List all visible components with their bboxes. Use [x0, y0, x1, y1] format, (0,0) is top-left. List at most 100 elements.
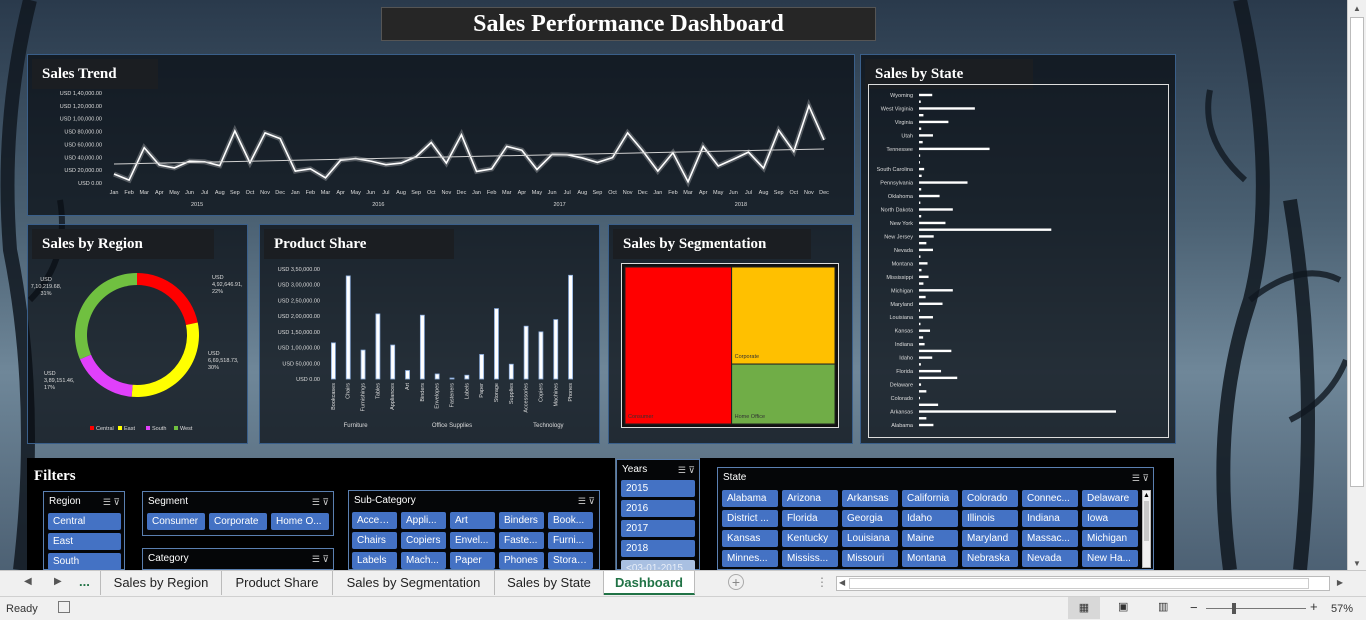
add-sheet-icon[interactable]: + [728, 574, 744, 590]
scroll-right-icon[interactable]: ▶ [1337, 578, 1343, 587]
product-share-panel[interactable]: Product Share USD 3,50,000.00 USD 3,00,00… [259, 224, 600, 444]
slicer-clear-icon[interactable]: ☰ ⊽ [1132, 468, 1149, 488]
tab-next-icon[interactable]: ▶ [54, 576, 62, 587]
horizontal-scrollbar[interactable]: ◀ ▶ [836, 576, 1343, 591]
sheet-vertical-scrollbar[interactable]: ▲ ▼ [1347, 0, 1366, 570]
subcategory-option[interactable]: Art [450, 512, 495, 529]
segment-slicer[interactable]: Segment ☰ ⊽ Consumer Corporate Home O... [142, 491, 334, 536]
segment-option-consumer[interactable]: Consumer [147, 513, 205, 530]
state-option[interactable]: Massac... [1022, 530, 1078, 547]
page-layout-icon[interactable]: ▣ [1118, 600, 1128, 613]
state-option[interactable]: Nebraska [962, 550, 1018, 567]
state-option[interactable]: Connec... [1022, 490, 1078, 507]
state-option[interactable]: Colorado [962, 490, 1018, 507]
state-option[interactable]: Nevada [1022, 550, 1078, 567]
state-option[interactable]: Delaware [1082, 490, 1138, 507]
subcategory-option[interactable]: Furni... [548, 532, 593, 549]
subcategory-option[interactable]: Envel... [450, 532, 495, 549]
normal-view-icon[interactable]: ▦ [1068, 597, 1100, 619]
subcategory-option[interactable]: Acces... [352, 512, 397, 529]
tab-prev-icon[interactable]: ◀ [24, 576, 32, 587]
state-option[interactable]: Florida [782, 510, 838, 527]
subcategory-option[interactable]: Copiers [401, 532, 446, 549]
region-option-south[interactable]: South [48, 553, 121, 570]
state-option[interactable]: Arizona [782, 490, 838, 507]
year-option[interactable]: 2016 [621, 500, 695, 517]
subcategory-option[interactable]: Phones [499, 552, 544, 569]
state-option[interactable]: Maryland [962, 530, 1018, 547]
state-option[interactable]: District ... [722, 510, 778, 527]
page-break-icon[interactable]: ▥ [1158, 600, 1168, 613]
zoom-out-icon[interactable]: − [1190, 600, 1198, 615]
tab-sales-by-state[interactable]: Sales by State [495, 571, 604, 595]
years-slicer[interactable]: Years ☰ ⊽ 2015 2016 2017 2018 <03-01-2015 [616, 459, 700, 577]
scroll-up-icon[interactable]: ▲ [1143, 491, 1150, 500]
state-option[interactable]: Kansas [722, 530, 778, 547]
category-slicer[interactable]: Category ☰ ⊽ [142, 548, 334, 570]
scroll-left-icon[interactable]: ◀ [839, 578, 845, 587]
segment-option-corporate[interactable]: Corporate [209, 513, 267, 530]
segment-option-home-office[interactable]: Home O... [271, 513, 329, 530]
state-option[interactable]: Alabama [722, 490, 778, 507]
state-slicer-scrollbar[interactable]: ▲ [1142, 490, 1151, 568]
sales-by-state-panel[interactable]: Sales by State Wyoming West Virginia Virgi… [860, 54, 1176, 444]
state-option[interactable]: Georgia [842, 510, 898, 527]
subcategory-option[interactable]: Binders [499, 512, 544, 529]
slicer-clear-icon[interactable]: ☰ ⊽ [312, 492, 329, 512]
sales-trend-panel[interactable]: Sales Trend USD 1,40,000.00 USD 1,20,000.… [27, 54, 855, 216]
zoom-level[interactable]: 57% [1331, 603, 1353, 615]
state-slicer[interactable]: State ☰ ⊽ ▲ Alabama Arizona Arkansas Califor… [717, 467, 1154, 570]
scroll-down-icon[interactable]: ▼ [1348, 559, 1366, 568]
subcategory-slicer[interactable]: Sub-Category ☰ ⊽ Acces... Appli... Art Binde… [348, 490, 600, 570]
sales-by-segmentation-panel[interactable]: Sales by Segmentation Consumer Corporate H… [608, 224, 853, 444]
state-option[interactable]: New Ha... [1082, 550, 1138, 567]
year-option[interactable]: 2015 [621, 480, 695, 497]
state-option[interactable]: Montana [902, 550, 958, 567]
state-option[interactable]: Louisiana [842, 530, 898, 547]
subcategory-option[interactable]: Labels [352, 552, 397, 569]
year-option[interactable]: 2018 [621, 540, 695, 557]
state-option[interactable]: Idaho [902, 510, 958, 527]
scroll-up-icon[interactable]: ▲ [1348, 0, 1366, 17]
subcategory-option[interactable]: Paper [450, 552, 495, 569]
scroll-thumb[interactable] [849, 578, 1309, 589]
subcategory-option[interactable]: Book... [548, 512, 593, 529]
state-option[interactable]: Mississ... [782, 550, 838, 567]
zoom-in-icon[interactable]: + [1310, 599, 1318, 614]
slicer-clear-icon[interactable]: ☰ ⊽ [103, 492, 120, 512]
accessibility-icon[interactable] [58, 601, 70, 613]
state-option[interactable]: Missouri [842, 550, 898, 567]
state-option[interactable]: Michigan [1082, 530, 1138, 547]
tab-sales-by-segmentation[interactable]: Sales by Segmentation [333, 571, 495, 595]
state-option[interactable]: Illinois [962, 510, 1018, 527]
subcategory-option[interactable]: Faste... [499, 532, 544, 549]
tab-dashboard[interactable]: Dashboard [604, 571, 695, 595]
year-option[interactable]: 2017 [621, 520, 695, 537]
state-option[interactable]: Arkansas [842, 490, 898, 507]
scroll-thumb[interactable] [1144, 501, 1149, 541]
state-option[interactable]: Iowa [1082, 510, 1138, 527]
region-option-east[interactable]: East [48, 533, 121, 550]
subcategory-option[interactable]: Chairs [352, 532, 397, 549]
sales-by-region-panel[interactable]: Sales by Region USD 4,92,646.91, 22% USD 6,6… [27, 224, 248, 444]
slicer-clear-icon[interactable]: ☰ ⊽ [578, 491, 595, 511]
tab-ellipsis[interactable]: ... [79, 574, 90, 589]
region-slicer[interactable]: Region ☰ ⊽ Central East South [43, 491, 125, 570]
state-option[interactable]: California [902, 490, 958, 507]
slicer-clear-icon[interactable]: ☰ ⊽ [312, 549, 329, 569]
state-option[interactable]: Maine [902, 530, 958, 547]
state-option[interactable]: Minnes... [722, 550, 778, 567]
subcategory-option[interactable]: Appli... [401, 512, 446, 529]
subcategory-option[interactable]: Mach... [401, 552, 446, 569]
subcategory-option[interactable]: Storage [548, 552, 593, 569]
slicer-clear-icon[interactable]: ☰ ⊽ [678, 460, 695, 480]
region-option-central[interactable]: Central [48, 513, 121, 530]
scroll-thumb[interactable] [1350, 17, 1364, 487]
zoom-slider[interactable] [1206, 603, 1306, 614]
tab-product-share[interactable]: Product Share [222, 571, 333, 595]
state-option[interactable]: Indiana [1022, 510, 1078, 527]
state-option[interactable]: Kentucky [782, 530, 838, 547]
more-options-icon[interactable]: ⋮ [816, 575, 828, 589]
tab-sales-by-region[interactable]: Sales by Region [100, 571, 222, 595]
zoom-slider-thumb[interactable] [1232, 603, 1236, 614]
